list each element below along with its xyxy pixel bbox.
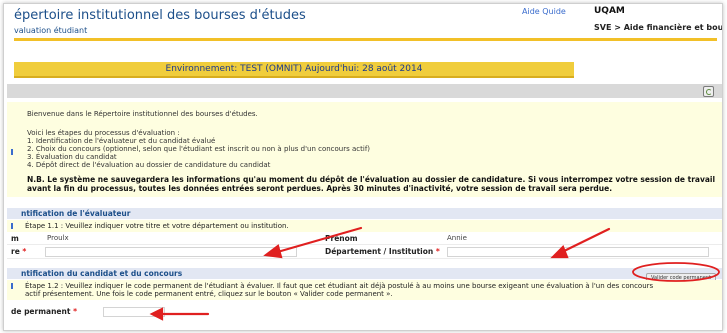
- permanent-code-input[interactable]: [103, 307, 165, 317]
- firstname-value: Annie: [447, 234, 467, 242]
- step-item: 3. Évaluation du candidat: [27, 153, 117, 161]
- left-marker: [11, 223, 13, 229]
- page-title: épertoire institutionnel des bourses d'é…: [14, 8, 306, 23]
- nb-notice: N.B. Le système ne sauvegardera les info…: [27, 175, 716, 184]
- header-divider: [14, 38, 717, 41]
- left-marker: [11, 149, 13, 155]
- dept-input[interactable]: [447, 247, 709, 257]
- nb-notice: avant la fin du processus, toutes les do…: [27, 184, 613, 193]
- row-code: de permanent *: [7, 305, 722, 318]
- page-subtitle: valuation étudiant: [14, 26, 88, 35]
- steps-intro: Voici les étapes du processus d'évaluati…: [27, 129, 180, 137]
- step-item: 4. Dépôt direct de l'évaluation au dossi…: [27, 161, 271, 169]
- app-window: épertoire institutionnel des bourses d'é…: [3, 3, 723, 331]
- welcome-intro: Bienvenue dans le Répertoire institution…: [27, 110, 258, 118]
- breadcrumb: SVE > Aide financière et bourse: [594, 23, 723, 32]
- refresh-icon[interactable]: [703, 86, 714, 97]
- step-1-2: Étape 1.2 : Veuillez indiquer le code pe…: [7, 280, 722, 300]
- section-header-candidate: ntification du candidat et du concours: [7, 268, 722, 279]
- row-name: m Proulx Prénom Annie: [7, 233, 722, 245]
- toolbar: [7, 84, 722, 98]
- name-label: m: [11, 234, 19, 243]
- title-input[interactable]: [45, 247, 297, 257]
- step-item: 2. Choix du concours (optionnel, selon q…: [27, 145, 371, 153]
- code-label: de permanent *: [11, 307, 78, 316]
- step-1-1: Étape 1.1 : Veuillez indiquer votre titr…: [7, 220, 722, 232]
- section-header-evaluator: ntification de l'évaluateur: [7, 208, 722, 219]
- row-title: re * Département / Institution *: [7, 245, 722, 259]
- org-name: UQAM: [594, 6, 625, 16]
- dept-label: Département / Institution *: [325, 247, 440, 256]
- title-label: re *: [11, 247, 27, 256]
- environment-banner: Environnement: TEST (OMNIT) Aujourd'hui:…: [14, 62, 574, 78]
- help-link[interactable]: Aide Quide: [522, 7, 566, 16]
- welcome-panel: Bienvenue dans le Répertoire institution…: [7, 102, 722, 197]
- firstname-label: Prénom: [325, 234, 358, 243]
- name-value: Proulx: [47, 234, 69, 242]
- left-marker: [11, 283, 13, 289]
- step-item: 1. Identification de l'évaluateur et du …: [27, 137, 216, 145]
